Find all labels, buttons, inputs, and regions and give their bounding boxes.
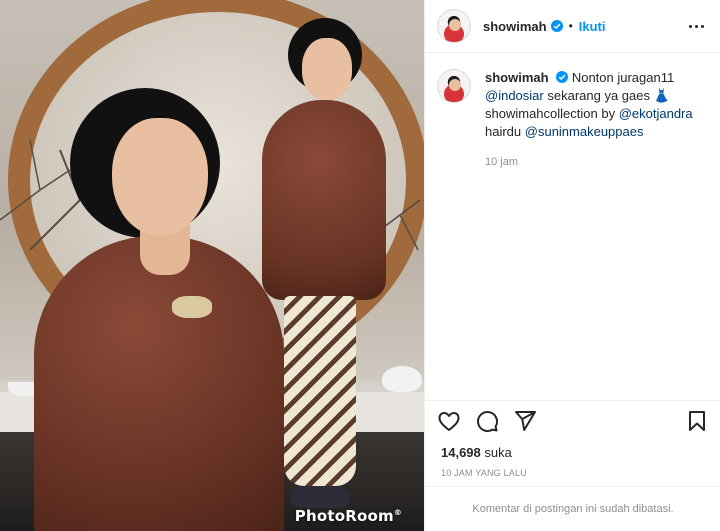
photoroom-watermark: PhotoRoom® — [294, 507, 402, 525]
follow-button[interactable]: Ikuti — [579, 19, 606, 34]
comments-disabled-notice: Komentar di postingan ini sudah dibatasi… — [425, 486, 720, 531]
header-separator: • — [568, 19, 573, 33]
photo-figure-standing-body — [262, 100, 386, 300]
post-timestamp[interactable]: 10 JAM YANG LALU — [441, 468, 527, 478]
caption-text: Nonton juragan11 — [571, 70, 675, 85]
verified-badge-icon — [550, 20, 563, 32]
verified-badge-icon — [556, 71, 569, 83]
mention-link[interactable]: @ekotjandra — [619, 106, 693, 121]
caption-text: hairdu — [485, 124, 522, 139]
mention-link[interactable]: @indosiar — [485, 88, 544, 103]
header-username[interactable]: showimah — [483, 19, 547, 34]
mention-link[interactable]: @suninmakeuppaes — [525, 124, 644, 139]
photo-figure-portrait-kebaya — [34, 236, 284, 531]
heart-icon[interactable] — [437, 409, 461, 433]
caption-username[interactable]: showimah — [485, 70, 549, 85]
photo-figure-standing-face — [302, 38, 352, 100]
caption-timestamp[interactable]: 10 jam — [485, 153, 693, 171]
photo-figure-batik-skirt — [284, 296, 356, 486]
avatar[interactable] — [437, 9, 471, 43]
more-horizontal-icon[interactable] — [686, 16, 706, 36]
action-bar — [425, 400, 720, 440]
post-header: showimah • Ikuti — [425, 0, 720, 53]
post-panel: showimah • Ikuti showimah Nonton juragan… — [424, 0, 720, 531]
send-icon[interactable] — [513, 409, 537, 433]
post-photo[interactable]: PhotoRoom® — [0, 0, 424, 531]
photo-figure-shoes — [290, 486, 350, 508]
photo-figure-portrait-face — [112, 118, 208, 236]
like-count[interactable]: 14,698 suka — [441, 445, 512, 460]
caption-body: showimah Nonton juragan11 @indosiar seka… — [485, 69, 693, 171]
caption-text: showimahcollection by — [485, 106, 616, 121]
caption-text: sekarang ya gaes 👗 — [547, 88, 670, 103]
caption-avatar[interactable] — [437, 69, 471, 103]
bookmark-icon[interactable] — [685, 409, 709, 433]
post-caption: showimah Nonton juragan11 @indosiar seka… — [425, 53, 720, 171]
photo-teapot — [382, 366, 422, 392]
comment-icon[interactable] — [475, 409, 499, 433]
photo-brooch — [172, 296, 212, 318]
